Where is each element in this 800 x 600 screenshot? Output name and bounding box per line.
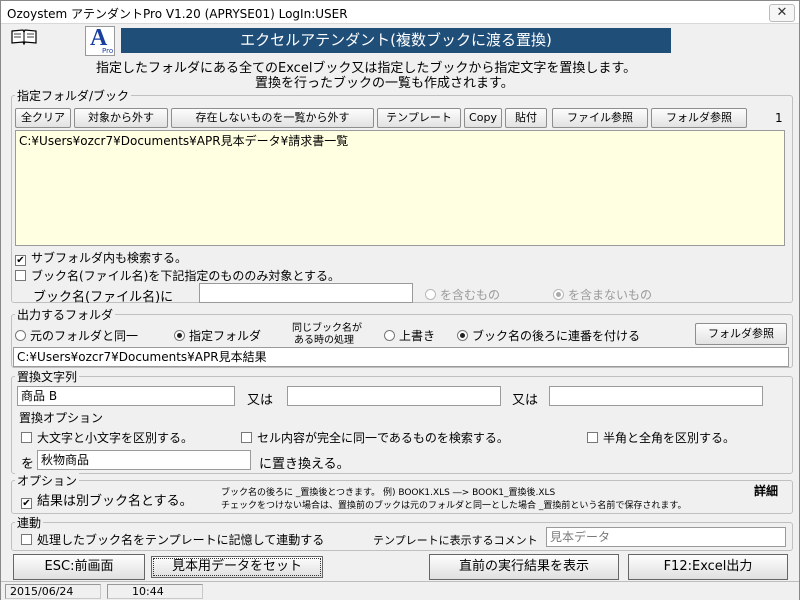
- separate-book-check-box[interactable]: ✔: [21, 498, 32, 509]
- esc-back-button[interactable]: ESC:前画面: [13, 554, 145, 580]
- page-title: エクセルアテンダント(複数ブックに渡る置換): [240, 31, 552, 49]
- record-template-checkbox[interactable]: 処理したブック名をテンプレートに記憶して連動する: [21, 531, 324, 548]
- target-list[interactable]: C:¥Users¥ozcr7¥Documents¥APR見本データ¥請求書一覧: [15, 130, 785, 246]
- overwrite-label: 上書き: [399, 329, 436, 343]
- same-folder-label: 元のフォルダと同一: [30, 329, 139, 343]
- remove-nonexistent-button[interactable]: 存在しないものを一覧から外す: [171, 108, 374, 128]
- specified-folder-label: 指定フォルダ: [189, 329, 262, 343]
- contains-radio[interactable]: を含むもの: [425, 286, 500, 303]
- case-sensitive-check-box[interactable]: [21, 432, 32, 443]
- search-term-1-input[interactable]: 商品 B: [17, 386, 235, 406]
- page-title-banner: エクセルアテンダント(複数ブックに渡る置換): [121, 28, 671, 53]
- width-sensitive-label: 半角と全角を区別する。: [603, 431, 736, 445]
- remove-from-target-button[interactable]: 対象から外す: [74, 108, 168, 128]
- replace-with-input[interactable]: 秋物商品: [37, 450, 251, 470]
- bookname-input[interactable]: [199, 283, 413, 303]
- file-ref-button[interactable]: ファイル参照: [552, 108, 648, 128]
- record-template-check-box[interactable]: [21, 534, 32, 545]
- status-time: 10:44: [107, 584, 203, 599]
- folder-ref-button[interactable]: フォルダ参照: [651, 108, 747, 128]
- same-folder-radio-dot[interactable]: [15, 330, 26, 341]
- width-sensitive-checkbox[interactable]: 半角と全角を区別する。: [587, 429, 735, 446]
- replace-group-label: 置換文字列: [15, 368, 80, 385]
- bookname-only-check-box[interactable]: [15, 270, 26, 281]
- not-contains-radio[interactable]: を含まないもの: [553, 286, 652, 303]
- bookname-only-label: ブック名(ファイル名)を下記指定のもののみ対象とする。: [31, 269, 341, 283]
- list-item[interactable]: C:¥Users¥ozcr7¥Documents¥APR見本データ¥請求書一覧: [16, 131, 784, 150]
- subfolder-checkbox[interactable]: ✔ サブフォルダ内も検索する。: [15, 249, 187, 266]
- replace-with-prefix: を: [21, 457, 35, 472]
- search-term-2-input[interactable]: [287, 386, 501, 406]
- not-contains-label: を含まないもの: [568, 288, 653, 302]
- case-sensitive-checkbox[interactable]: 大文字と小文字を区別する。: [21, 429, 193, 446]
- overwrite-radio[interactable]: 上書き: [384, 327, 435, 344]
- separate-book-checkbox[interactable]: ✔ 結果は別ブック名とする。: [21, 490, 193, 509]
- option-note-2: チェックをつけない場合は、置換前のブックは元のフォルダと同一とした場合 _置換前…: [221, 501, 687, 511]
- output-path-input[interactable]: C:¥Users¥ozcr7¥Documents¥APR見本結果: [13, 347, 789, 367]
- status-bar: 2015/06/24 10:44: [1, 581, 799, 600]
- status-date: 2015/06/24: [5, 584, 101, 599]
- specified-folder-radio[interactable]: 指定フォルダ: [174, 327, 261, 344]
- app-logo: A Pro: [85, 25, 115, 56]
- link-group-label: 連動: [15, 514, 44, 531]
- template-comment-input[interactable]: 見本データ: [546, 527, 786, 547]
- append-serial-label: ブック名の後ろに連番を付ける: [472, 329, 641, 343]
- whole-cell-check-box[interactable]: [241, 432, 252, 443]
- contains-label: を含むもの: [440, 288, 501, 302]
- logo-sub: Pro: [102, 47, 114, 55]
- record-template-label: 処理したブック名をテンプレートに記憶して連動する: [37, 533, 325, 547]
- bookname-label: ブック名(ファイル名)に: [33, 290, 174, 305]
- same-name-label-2: ある時の処理: [294, 335, 354, 346]
- title-bar: Ozoystem アテンダントPro V1.20 (APRYSE01) LogI…: [1, 1, 799, 24]
- description-line-2: 置換を行ったブックの一覧も作成されます。: [255, 76, 514, 91]
- template-button[interactable]: テンプレート: [377, 108, 461, 128]
- replace-with-suffix: に置き換える。: [259, 457, 350, 472]
- case-sensitive-label: 大文字と小文字を区別する。: [37, 431, 194, 445]
- subfolder-label: サブフォルダ内も検索する。: [31, 251, 188, 265]
- not-contains-radio-dot[interactable]: [553, 289, 564, 300]
- option-note-1: ブック名の後ろに _置換後とつきます。 例) BOOK1.XLS ―> BOOK…: [221, 488, 556, 498]
- separate-book-label: 結果は別ブック名とする。: [37, 494, 193, 509]
- option-group-label: オプション: [15, 472, 80, 489]
- f12-excel-output-button[interactable]: F12:Excel出力: [628, 554, 788, 580]
- replace-options-label: 置換オプション: [19, 411, 104, 425]
- close-button[interactable]: ✕: [769, 4, 795, 22]
- append-serial-radio-dot[interactable]: [457, 330, 468, 341]
- window-title: Ozoystem アテンダントPro V1.20 (APRYSE01) LogI…: [7, 7, 348, 21]
- append-serial-radio[interactable]: ブック名の後ろに連番を付ける: [457, 327, 640, 344]
- contains-radio-dot[interactable]: [425, 289, 436, 300]
- overwrite-radio-dot[interactable]: [384, 330, 395, 341]
- specified-folder-radio-dot[interactable]: [174, 330, 185, 341]
- output-group-label: 出力するフォルダ: [15, 306, 116, 323]
- bookname-only-checkbox[interactable]: ブック名(ファイル名)を下記指定のもののみ対象とする。: [15, 267, 340, 284]
- clear-all-button[interactable]: 全クリア: [15, 108, 71, 128]
- folder-book-group-label: 指定フォルダ/ブック: [15, 87, 132, 104]
- or-label-2: 又は: [512, 393, 539, 408]
- paste-button[interactable]: 貼付: [505, 108, 547, 128]
- app-window: Ozoystem アテンダントPro V1.20 (APRYSE01) LogI…: [0, 0, 800, 600]
- width-sensitive-check-box[interactable]: [587, 432, 598, 443]
- set-sample-data-button[interactable]: 見本用データをセット: [151, 556, 323, 578]
- detail-link[interactable]: 詳細: [754, 482, 778, 499]
- show-previous-result-button[interactable]: 直前の実行結果を表示: [429, 554, 619, 580]
- template-comment-label: テンプレートに表示するコメント: [373, 534, 538, 547]
- list-count: 1: [775, 111, 783, 125]
- subfolder-check-box[interactable]: ✔: [15, 255, 26, 266]
- whole-cell-label: セル内容が完全に同一であるものを検索する。: [257, 431, 509, 445]
- output-folder-ref-button[interactable]: フォルダ参照: [695, 323, 787, 345]
- same-folder-radio[interactable]: 元のフォルダと同一: [15, 327, 138, 344]
- book-icon: [11, 29, 37, 46]
- search-term-3-input[interactable]: [549, 386, 763, 406]
- copy-button[interactable]: Copy: [464, 108, 502, 128]
- or-label-1: 又は: [247, 393, 274, 408]
- whole-cell-checkbox[interactable]: セル内容が完全に同一であるものを検索する。: [241, 429, 509, 446]
